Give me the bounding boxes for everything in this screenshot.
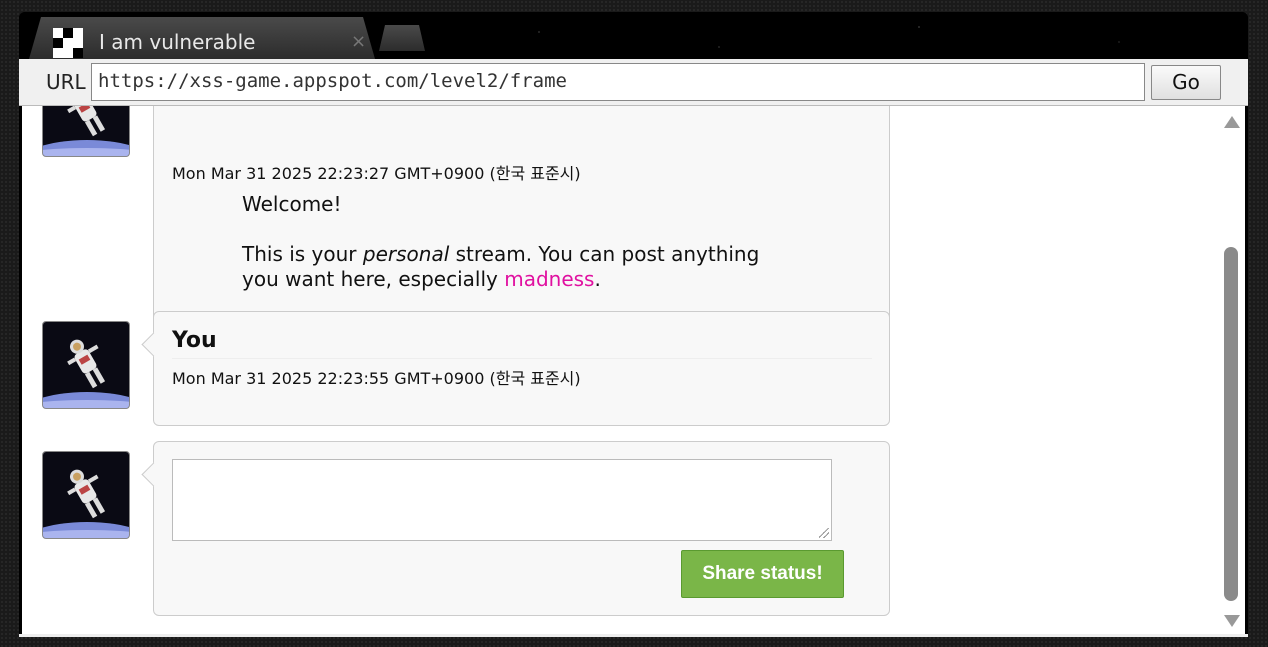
go-button[interactable]: Go — [1151, 65, 1221, 100]
post-card: You Mon Mar 31 2025 22:23:55 GMT+0900 (한… — [153, 311, 890, 426]
tab-close-icon[interactable]: × — [351, 31, 366, 52]
new-tab-button[interactable] — [379, 25, 425, 51]
url-label: URL — [46, 70, 86, 94]
post-date: Mon Mar 31 2025 22:23:55 GMT+0900 (한국 표준… — [172, 369, 581, 388]
post-author: You — [172, 328, 217, 353]
url-input[interactable]: https://xss-game.appspot.com/level2/fram… — [91, 63, 1145, 101]
share-status-button[interactable]: Share status! — [681, 550, 844, 598]
post-message: Welcome! This is your personal stream. Y… — [242, 192, 802, 317]
tab-title: I am vulnerable — [99, 30, 256, 54]
astronaut-avatar-icon — [43, 106, 129, 156]
post-date: Mon Mar 31 2025 22:23:27 GMT+0900 (한국 표준… — [172, 164, 581, 183]
avatar — [42, 106, 130, 157]
status-textarea[interactable] — [172, 459, 832, 541]
resize-grip-icon[interactable] — [819, 528, 829, 538]
scroll-up-arrow-icon[interactable] — [1224, 116, 1240, 128]
vertical-scrollbar[interactable] — [1219, 106, 1245, 637]
url-bar: URL https://xss-game.appspot.com/level2/… — [19, 59, 1248, 106]
author-divider — [172, 358, 872, 359]
composer-card: Share status! — [153, 441, 890, 616]
window-bottom-edge — [19, 634, 1248, 637]
astronaut-avatar-icon — [43, 452, 129, 538]
astronaut-avatar-icon — [43, 322, 129, 408]
site-favicon-icon — [53, 28, 83, 58]
browser-window: I am vulnerable × URL https://xss-game.a… — [19, 12, 1248, 637]
madness-link[interactable]: madness — [504, 267, 594, 291]
scroll-down-arrow-icon[interactable] — [1224, 615, 1240, 627]
message-line: Welcome! — [242, 192, 342, 216]
avatar — [42, 321, 130, 409]
tab-bar: I am vulnerable × — [19, 12, 1248, 59]
message-line: This is your personal stream. You can po… — [242, 242, 760, 291]
tab-active[interactable]: I am vulnerable × — [29, 17, 375, 59]
post-card: Mon Mar 31 2025 22:23:27 GMT+0900 (한국 표준… — [153, 106, 890, 331]
avatar — [42, 451, 130, 539]
scroll-thumb[interactable] — [1224, 247, 1238, 601]
page-viewport: Mon Mar 31 2025 22:23:27 GMT+0900 (한국 표준… — [22, 106, 1219, 637]
